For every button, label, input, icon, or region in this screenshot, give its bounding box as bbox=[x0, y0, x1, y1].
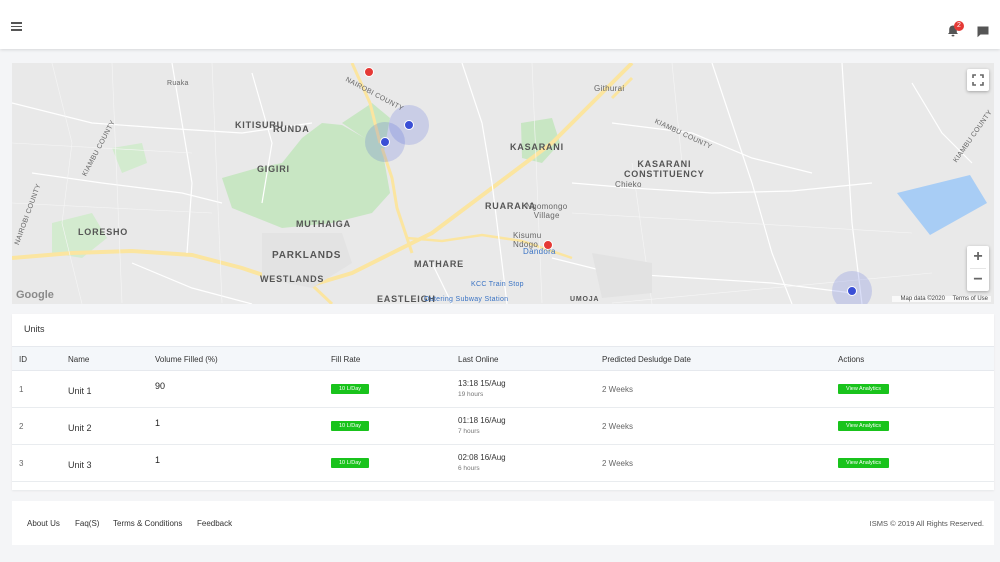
map-label-gigiri: GIGIRI bbox=[257, 164, 290, 174]
column-last-online: Last Online bbox=[458, 355, 499, 364]
column-volume: Volume Filled (%) bbox=[155, 355, 218, 364]
footer-link-terms[interactable]: Terms & Conditions bbox=[113, 519, 182, 528]
zoom-in-button[interactable]: + bbox=[967, 246, 989, 268]
map-label-kasarani: KASARANI bbox=[510, 142, 564, 152]
cell-desludge: 2 Weeks bbox=[602, 422, 633, 431]
column-fill-rate: Fill Rate bbox=[331, 355, 361, 364]
map-attribution: Map data ©2020 Terms of Use bbox=[891, 296, 991, 302]
cell-ago: 6 hours bbox=[458, 465, 480, 472]
map-label-muthaiga: MUTHAIGA bbox=[296, 219, 351, 229]
fullscreen-icon bbox=[972, 74, 984, 86]
table-row: 2 Unit 2 1 10 L/Day 01:18 16/Aug 7 hours… bbox=[12, 408, 994, 445]
cell-desludge: 2 Weeks bbox=[602, 459, 633, 468]
cell-id: 3 bbox=[19, 459, 24, 468]
fullscreen-button[interactable] bbox=[967, 69, 989, 91]
column-id: ID bbox=[19, 355, 27, 364]
zoom-controls: + − bbox=[967, 246, 989, 291]
cell-name: Unit 3 bbox=[68, 460, 92, 470]
cell-id: 2 bbox=[19, 422, 24, 431]
map-label-mathare: MATHARE bbox=[414, 259, 464, 269]
map-canvas[interactable] bbox=[12, 63, 994, 304]
cell-id: 1 bbox=[19, 385, 24, 394]
cell-volume: 1 bbox=[155, 455, 161, 465]
map-label-loresho: LORESHO bbox=[78, 227, 129, 237]
column-desludge: Predicted Desludge Date bbox=[602, 355, 691, 364]
map-data-text: Map data ©2020 bbox=[900, 296, 945, 302]
map-label-umoja: UMOJA bbox=[570, 296, 600, 303]
fill-rate-badge: 10 L/Day bbox=[331, 421, 370, 431]
table-header: ID Name Volume Filled (%) Fill Rate Last… bbox=[12, 346, 994, 371]
chat-icon[interactable] bbox=[976, 25, 990, 39]
copyright-text: ISMS © 2019 All Rights Reserved. bbox=[869, 519, 984, 528]
map-label-githurai: Githurai bbox=[594, 84, 625, 93]
fill-rate-badge: 10 L/Day bbox=[331, 458, 370, 468]
footer-link-faq[interactable]: Faq(S) bbox=[75, 519, 99, 528]
map-label-ruaka: Ruaka bbox=[167, 80, 189, 87]
view-analytics-button[interactable]: View Analytics bbox=[838, 458, 890, 468]
footer-link-about-us[interactable]: About Us bbox=[27, 519, 60, 528]
cell-last-online: 02:08 16/Aug bbox=[458, 453, 506, 462]
google-logo: Google bbox=[16, 289, 54, 301]
table-row: 1 Unit 1 90 10 L/Day 13:18 15/Aug 19 hou… bbox=[12, 371, 994, 408]
map-label-parklands: PARKLANDS bbox=[272, 250, 342, 261]
cell-volume: 1 bbox=[155, 418, 161, 428]
map-label-chieko: Chieko bbox=[615, 180, 642, 189]
map-label-dandora: Dandora bbox=[523, 247, 556, 256]
map-label-ngomongo: Ngomongo Village bbox=[526, 202, 568, 220]
column-name: Name bbox=[68, 355, 90, 364]
map-view[interactable]: RUNDA KITISURU GIGIRI MUTHAIGA PARKLANDS… bbox=[12, 63, 994, 304]
cell-ago: 7 hours bbox=[458, 428, 480, 435]
cell-name: Unit 2 bbox=[68, 423, 92, 433]
map-label-kasarani-constituency: KASARANI CONSTITUENCY bbox=[624, 159, 705, 179]
map-label-outering: Outering Subway Station bbox=[424, 296, 509, 303]
units-title: Units bbox=[24, 324, 45, 334]
view-analytics-button[interactable]: View Analytics bbox=[838, 384, 890, 394]
menu-icon[interactable] bbox=[8, 20, 26, 42]
cell-ago: 19 hours bbox=[458, 391, 484, 398]
zoom-out-button[interactable]: − bbox=[967, 269, 989, 291]
map-label-kcc: KCC Train Stop bbox=[471, 281, 524, 288]
table-row: 3 Unit 3 1 10 L/Day 02:08 16/Aug 6 hours… bbox=[12, 445, 994, 482]
cell-last-online: 01:18 16/Aug bbox=[458, 416, 506, 425]
units-card: Units ID Name Volume Filled (%) Fill Rat… bbox=[12, 314, 994, 490]
view-analytics-button[interactable]: View Analytics bbox=[838, 421, 890, 431]
terms-of-use-link[interactable]: Terms of Use bbox=[953, 296, 988, 302]
footer: About Us Faq(S) Terms & Conditions Feedb… bbox=[12, 501, 994, 545]
notification-badge: 2 bbox=[954, 21, 964, 31]
cell-volume: 90 bbox=[155, 381, 166, 391]
footer-link-feedback[interactable]: Feedback bbox=[197, 519, 232, 528]
map-label-kitisuru: KITISURU bbox=[235, 120, 284, 130]
cell-name: Unit 1 bbox=[68, 386, 92, 396]
cell-desludge: 2 Weeks bbox=[602, 385, 633, 394]
map-label-westlands: WESTLANDS bbox=[260, 274, 325, 284]
column-actions: Actions bbox=[838, 355, 865, 364]
top-bar: 2 bbox=[0, 0, 1000, 49]
cell-last-online: 13:18 15/Aug bbox=[458, 379, 506, 388]
fill-rate-badge: 10 L/Day bbox=[331, 384, 370, 394]
